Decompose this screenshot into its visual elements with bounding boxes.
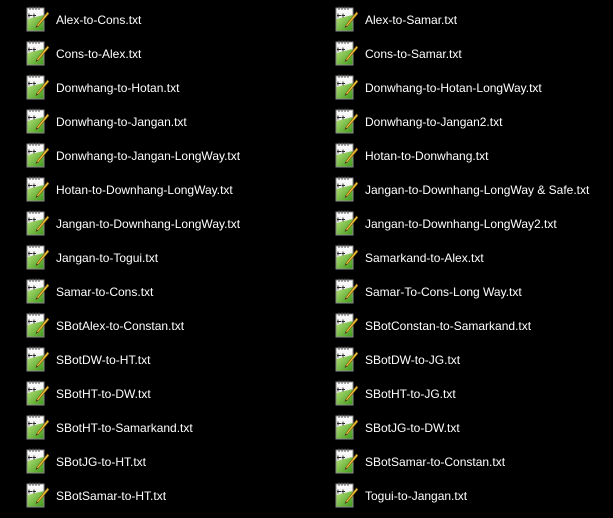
file-name: Hotan-to-Donwhang.txt <box>365 149 489 163</box>
notepad-plus-plus-text-file-icon <box>26 244 49 270</box>
file-item[interactable]: SBotHT-to-JG.txt <box>334 377 613 411</box>
file-item[interactable]: SBotJG-to-HT.txt <box>25 445 325 479</box>
notepad-plus-plus-text-file-icon <box>335 142 358 168</box>
file-item[interactable]: Donwhang-to-Hotan-LongWay.txt <box>334 71 613 105</box>
notepad-plus-plus-text-file-icon <box>335 74 358 100</box>
file-column-left: Alex-to-Cons.txt Cons-to-Alex.txt Donwha… <box>25 3 325 513</box>
file-name: SBotJG-to-DW.txt <box>365 421 460 435</box>
notepad-plus-plus-text-file-icon <box>26 380 49 406</box>
file-item[interactable]: SBotAlex-to-Constan.txt <box>25 309 325 343</box>
file-name: Donwhang-to-Hotan.txt <box>56 81 180 95</box>
file-item[interactable]: Cons-to-Samar.txt <box>334 37 613 71</box>
file-name: Hotan-to-Downhang-LongWay.txt <box>56 183 233 197</box>
notepad-plus-plus-text-file-icon <box>335 380 358 406</box>
file-name: SBotDW-to-JG.txt <box>365 353 461 367</box>
file-item[interactable]: Jangan-to-Downhang-LongWay2.txt <box>334 207 613 241</box>
notepad-plus-plus-text-file-icon <box>335 346 358 372</box>
file-item[interactable]: SBotSamar-to-HT.txt <box>25 479 325 513</box>
notepad-plus-plus-text-file-icon <box>26 210 49 236</box>
file-name: Alex-to-Samar.txt <box>365 13 458 27</box>
notepad-plus-plus-text-file-icon <box>26 176 49 202</box>
file-column-right: Alex-to-Samar.txt Cons-to-Samar.txt Donw… <box>334 3 613 513</box>
file-name: SBotJG-to-HT.txt <box>56 455 147 469</box>
file-name: SBotHT-to-DW.txt <box>56 387 151 401</box>
file-name: Cons-to-Alex.txt <box>56 47 142 61</box>
file-name: Samar-to-Cons.txt <box>56 285 154 299</box>
file-item[interactable]: SBotJG-to-DW.txt <box>334 411 613 445</box>
file-item[interactable]: Alex-to-Cons.txt <box>25 3 325 37</box>
notepad-plus-plus-text-file-icon <box>26 414 49 440</box>
notepad-plus-plus-text-file-icon <box>26 346 49 372</box>
file-name: Jangan-to-Downhang-LongWay & Safe.txt <box>365 183 590 197</box>
notepad-plus-plus-text-file-icon <box>26 278 49 304</box>
notepad-plus-plus-text-file-icon <box>335 176 358 202</box>
notepad-plus-plus-text-file-icon <box>26 74 49 100</box>
notepad-plus-plus-text-file-icon <box>26 482 49 508</box>
file-name: Cons-to-Samar.txt <box>365 47 462 61</box>
file-name: SBotHT-to-Samarkand.txt <box>56 421 193 435</box>
notepad-plus-plus-text-file-icon <box>26 312 49 338</box>
file-name: Samar-To-Cons-Long Way.txt <box>365 285 522 299</box>
file-item[interactable]: Samar-to-Cons.txt <box>25 275 325 309</box>
notepad-plus-plus-text-file-icon <box>335 210 358 236</box>
file-name: Jangan-to-Togui.txt <box>56 251 159 265</box>
file-name: SBotHT-to-JG.txt <box>365 387 456 401</box>
notepad-plus-plus-text-file-icon <box>26 448 49 474</box>
file-name: Togui-to-Jangan.txt <box>365 489 468 503</box>
file-item[interactable]: SBotHT-to-DW.txt <box>25 377 325 411</box>
file-name: Jangan-to-Downhang-LongWay.txt <box>56 217 241 231</box>
notepad-plus-plus-text-file-icon <box>335 108 358 134</box>
file-item[interactable]: Samar-To-Cons-Long Way.txt <box>334 275 613 309</box>
file-item[interactable]: SBotConstan-to-Samarkand.txt <box>334 309 613 343</box>
notepad-plus-plus-text-file-icon <box>335 6 358 32</box>
notepad-plus-plus-text-file-icon <box>335 312 358 338</box>
file-item[interactable]: SBotDW-to-JG.txt <box>334 343 613 377</box>
file-item[interactable]: Donwhang-to-Jangan2.txt <box>334 105 613 139</box>
file-item[interactable]: SBotDW-to-HT.txt <box>25 343 325 377</box>
notepad-plus-plus-text-file-icon <box>335 448 358 474</box>
file-name: SBotAlex-to-Constan.txt <box>56 319 185 333</box>
notepad-plus-plus-text-file-icon <box>335 414 358 440</box>
file-item[interactable]: Jangan-to-Togui.txt <box>25 241 325 275</box>
file-item[interactable]: Hotan-to-Downhang-LongWay.txt <box>25 173 325 207</box>
notepad-plus-plus-text-file-icon <box>26 6 49 32</box>
file-name: Donwhang-to-Jangan2.txt <box>365 115 503 129</box>
file-item[interactable]: Samarkand-to-Alex.txt <box>334 241 613 275</box>
file-name: Donwhang-to-Jangan-LongWay.txt <box>56 149 241 163</box>
file-item[interactable]: Togui-to-Jangan.txt <box>334 479 613 513</box>
notepad-plus-plus-text-file-icon <box>26 40 49 66</box>
file-name: Donwhang-to-Hotan-LongWay.txt <box>365 81 542 95</box>
notepad-plus-plus-text-file-icon <box>335 482 358 508</box>
file-name: SBotSamar-to-HT.txt <box>56 489 167 503</box>
file-name: Jangan-to-Downhang-LongWay2.txt <box>365 217 557 231</box>
file-item[interactable]: Donwhang-to-Jangan.txt <box>25 105 325 139</box>
file-item[interactable]: Hotan-to-Donwhang.txt <box>334 139 613 173</box>
file-name: SBotDW-to-HT.txt <box>56 353 151 367</box>
file-item[interactable]: Jangan-to-Downhang-LongWay.txt <box>25 207 325 241</box>
file-item[interactable]: Donwhang-to-Hotan.txt <box>25 71 325 105</box>
file-item[interactable]: Alex-to-Samar.txt <box>334 3 613 37</box>
notepad-plus-plus-text-file-icon <box>335 40 358 66</box>
notepad-plus-plus-text-file-icon <box>335 278 358 304</box>
file-name: SBotConstan-to-Samarkand.txt <box>365 319 532 333</box>
file-item[interactable]: Jangan-to-Downhang-LongWay & Safe.txt <box>334 173 613 207</box>
file-item[interactable]: Donwhang-to-Jangan-LongWay.txt <box>25 139 325 173</box>
file-item[interactable]: SBotHT-to-Samarkand.txt <box>25 411 325 445</box>
notepad-plus-plus-text-file-icon <box>26 108 49 134</box>
file-name: SBotSamar-to-Constan.txt <box>365 455 506 469</box>
file-name: Samarkand-to-Alex.txt <box>365 251 484 265</box>
file-list: Alex-to-Cons.txt Cons-to-Alex.txt Donwha… <box>0 0 613 518</box>
file-name: Donwhang-to-Jangan.txt <box>56 115 187 129</box>
file-item[interactable]: SBotSamar-to-Constan.txt <box>334 445 613 479</box>
file-name: Alex-to-Cons.txt <box>56 13 142 27</box>
notepad-plus-plus-text-file-icon <box>26 142 49 168</box>
file-item[interactable]: Cons-to-Alex.txt <box>25 37 325 71</box>
notepad-plus-plus-text-file-icon <box>335 244 358 270</box>
